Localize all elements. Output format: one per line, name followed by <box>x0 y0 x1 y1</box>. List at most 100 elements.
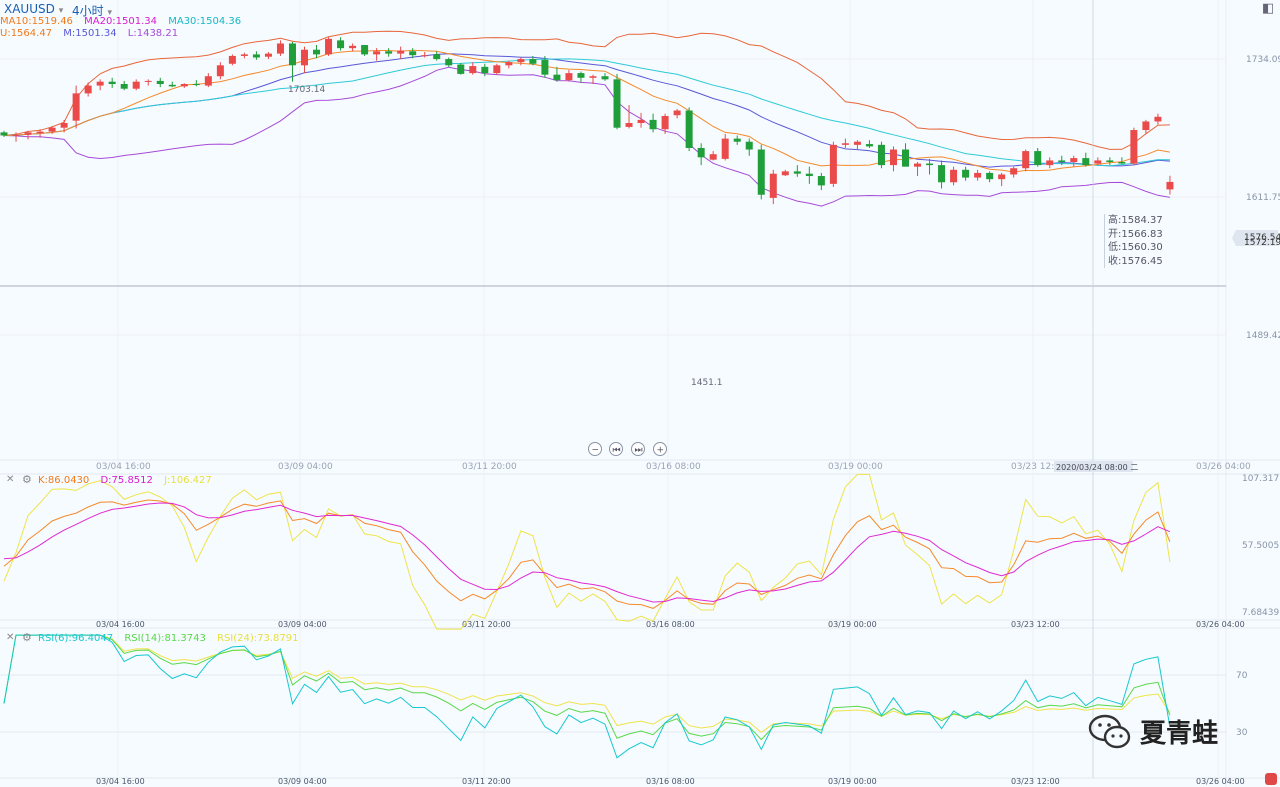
candle-body <box>998 174 1006 180</box>
candle-body <box>745 141 753 150</box>
candle-body <box>926 163 934 166</box>
candle-body <box>1130 130 1138 164</box>
rsi6-legend: RSI(6):96.4047 <box>38 633 114 644</box>
candle-body <box>625 123 633 127</box>
symbol-selector[interactable]: XAUUSD ▾ <box>4 2 63 16</box>
candle-body <box>1058 160 1066 162</box>
candle-body <box>1166 181 1174 190</box>
kdj-j-legend: J:106.427 <box>164 475 212 486</box>
candle-body <box>793 171 801 174</box>
price-axis-label: 1734.09 <box>1246 55 1280 65</box>
kdj-settings-icon[interactable]: ⚙ <box>22 473 32 486</box>
candle-body <box>349 45 357 49</box>
candle-body <box>505 62 513 66</box>
candle-body <box>1118 161 1126 164</box>
rsi-axis-label: 70 <box>1236 671 1248 681</box>
high-annotation: 1703.14 <box>288 85 325 95</box>
candle-body <box>529 59 537 64</box>
candle-body <box>264 53 272 57</box>
candle-body <box>409 51 417 56</box>
candle-body <box>601 76 609 80</box>
price-axis-label: 1489.42 <box>1246 331 1280 341</box>
candle-body <box>325 38 333 55</box>
watermark: 夏青蛙 <box>1086 711 1218 751</box>
rsi-settings-icon[interactable]: ⚙ <box>22 631 32 644</box>
main-legend: MA10:1519.46 MA20:1501.34 MA30:1504.36 <box>0 16 241 27</box>
nav-button-glyph: ⏮ <box>613 446 621 456</box>
candle-body <box>517 59 525 63</box>
candle-body <box>974 172 982 178</box>
candle-body <box>48 127 56 132</box>
candle-body <box>649 119 657 130</box>
candle-body <box>853 141 861 145</box>
kdj-axis-label: 57.5005 <box>1242 541 1279 551</box>
time-axis-label: 03/09 04:00 <box>278 777 327 786</box>
candle-body <box>12 134 20 136</box>
nav-button-glyph: ⏭ <box>635 446 643 456</box>
time-axis-label: 03/11 20:00 <box>462 462 517 472</box>
rsi24-legend: RSI(24):73.8791 <box>217 633 299 644</box>
candle-body <box>276 43 284 54</box>
tooltip-close: 收:1576.45 <box>1108 255 1163 267</box>
ma10-legend: MA10:1519.46 <box>0 16 73 27</box>
candle-body <box>72 93 80 121</box>
candle-body <box>661 115 669 130</box>
candle-body <box>733 138 741 142</box>
candle-body <box>1142 121 1150 131</box>
rsi-close-icon[interactable]: ✕ <box>6 632 14 643</box>
candle-body <box>986 172 994 180</box>
panel-toggle-icon[interactable]: ◧ <box>1262 1 1274 16</box>
candle-body <box>204 76 212 86</box>
candle-body <box>577 73 585 78</box>
time-axis-label: 03/19 00:00 <box>828 620 877 629</box>
time-axis-label: 03/16 08:00 <box>646 777 695 786</box>
candle-body <box>0 132 8 136</box>
tooltip-low: 低:1560.30 <box>1108 242 1163 253</box>
candle-body <box>914 163 922 167</box>
candle-body <box>565 73 573 81</box>
candle-body <box>108 81 116 85</box>
time-axis-label: 03/11 20:00 <box>462 777 511 786</box>
candle-body <box>385 51 393 54</box>
candle-body <box>817 176 825 186</box>
candle-body <box>36 131 44 134</box>
candle-body <box>469 66 477 74</box>
rsi14-legend: RSI(14):81.3743 <box>124 633 206 644</box>
boll-mid-legend: M:1501.34 <box>63 28 117 39</box>
candle-body <box>156 80 164 85</box>
chevron-down-icon: ▾ <box>58 6 64 16</box>
candle-body <box>493 65 501 74</box>
time-axis-label: 03/26 04:00 <box>1196 462 1251 472</box>
kdj-close-icon[interactable]: ✕ <box>6 474 14 485</box>
candle-body <box>120 84 128 89</box>
ma30-legend: MA30:1504.36 <box>168 16 242 27</box>
boll-legend: U:1564.47 M:1501.34 L:1438.21 <box>0 28 178 39</box>
candle-body <box>373 51 381 55</box>
boll-upper-legend: U:1564.47 <box>0 28 53 39</box>
kdj-axis-label: 107.317 <box>1242 474 1279 484</box>
candle-body <box>685 110 693 148</box>
chart-canvas[interactable]: 1734.091611.751489.421703.141451.11576.5… <box>0 0 1280 787</box>
candle-body <box>673 110 681 116</box>
candle-body <box>613 79 621 128</box>
time-axis-label: 03/04 16:00 <box>96 462 151 472</box>
corner-icon[interactable] <box>1265 773 1277 785</box>
low-annotation: 1451.1 <box>691 378 723 388</box>
candle-body <box>757 149 765 195</box>
candle-body <box>829 144 837 184</box>
candle-body <box>60 123 68 128</box>
candle-body <box>301 49 308 66</box>
candle-body <box>337 40 345 49</box>
time-axis-label: 03/19 00:00 <box>828 462 883 472</box>
candle-body <box>697 147 705 158</box>
rsi-legend: RSI(6):96.4047 RSI(14):81.3743 RSI(24):7… <box>38 633 299 644</box>
candle-body <box>1046 160 1054 166</box>
candle-body <box>1094 160 1102 164</box>
candle-body <box>709 154 717 160</box>
time-axis-label: 03/19 00:00 <box>828 777 877 786</box>
symbol-label: XAUUSD <box>4 2 55 16</box>
candle-body <box>240 54 248 56</box>
nav-button-glyph: − <box>592 446 600 456</box>
ma20-legend: MA20:1501.34 <box>84 16 158 27</box>
watermark-text: 夏青蛙 <box>1140 718 1219 749</box>
